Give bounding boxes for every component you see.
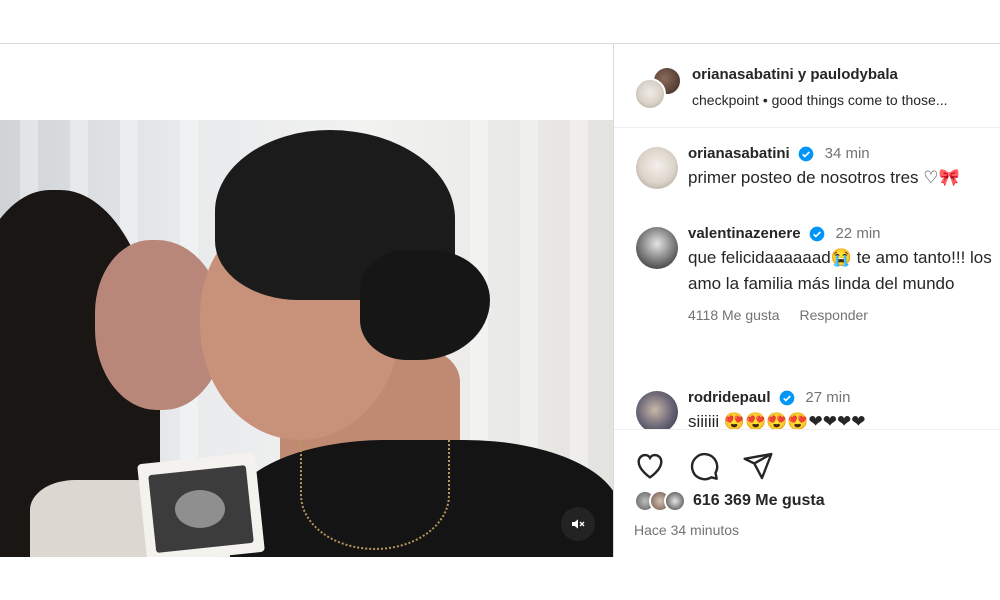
post-header: orianasabatini y paulodybala checkpoint … <box>614 44 1000 128</box>
post-actions: 616 369 Me gusta Hace 34 minutos <box>614 429 1000 557</box>
comment-item: rodridepaul 27 min siiiiii 😍😍😍😍❤❤❤❤ <box>634 385 1000 429</box>
post-timestamp[interactable]: Hace 34 minutos <box>634 522 739 538</box>
comment-item: valentinazenere 22 min que felicidaaaaaa… <box>634 221 1000 371</box>
collab-avatars[interactable] <box>634 66 682 110</box>
likes-count[interactable]: 616 369 Me gusta <box>693 492 825 510</box>
comment-time: 27 min <box>805 389 851 407</box>
comment-username[interactable]: rodridepaul <box>688 389 771 406</box>
comment-likes[interactable]: 4118 Me gusta <box>688 307 780 323</box>
comment-text: siiiiii 😍😍😍😍❤❤❤❤ <box>688 412 866 429</box>
comment-time: 22 min <box>835 225 881 243</box>
avatar[interactable] <box>636 391 678 429</box>
post-video[interactable] <box>0 120 613 557</box>
verified-badge-icon <box>798 146 814 162</box>
avatar <box>664 490 686 512</box>
avatar[interactable] <box>636 227 678 269</box>
comment-icon[interactable] <box>688 450 720 482</box>
likes-summary[interactable]: 616 369 Me gusta <box>634 490 825 512</box>
post-author-names[interactable]: orianasabatini y paulodybala <box>692 66 898 83</box>
verified-badge-icon <box>809 226 825 242</box>
comment-username[interactable]: valentinazenere <box>688 225 801 242</box>
post-media <box>0 44 613 557</box>
top-bar <box>0 0 1000 44</box>
comments-list[interactable]: orianasabatini 34 min primer posteo de n… <box>614 129 1000 429</box>
avatar[interactable] <box>634 78 666 110</box>
comment-meta: 4118 Me gusta Responder <box>688 307 1000 323</box>
heart-icon[interactable] <box>634 450 666 482</box>
avatar[interactable] <box>636 147 678 189</box>
comment-time: 34 min <box>824 145 870 163</box>
share-icon[interactable] <box>742 450 774 482</box>
post-audio-track[interactable]: checkpoint • good things come to those..… <box>692 92 948 108</box>
comment-text: primer posteo de nosotros tres ♡🎀 <box>688 168 960 187</box>
mute-button[interactable] <box>561 507 595 541</box>
verified-badge-icon <box>779 390 795 406</box>
post-side-panel: orianasabatini y paulodybala checkpoint … <box>613 44 1000 557</box>
comment-text: que felicidaaaaaad😭 te amo tanto!!! los … <box>688 248 992 293</box>
comment-username[interactable]: orianasabatini <box>688 145 790 162</box>
comment-item: orianasabatini 34 min primer posteo de n… <box>634 141 1000 211</box>
reply-button[interactable]: Responder <box>799 307 868 323</box>
speaker-muted-icon <box>572 519 585 529</box>
